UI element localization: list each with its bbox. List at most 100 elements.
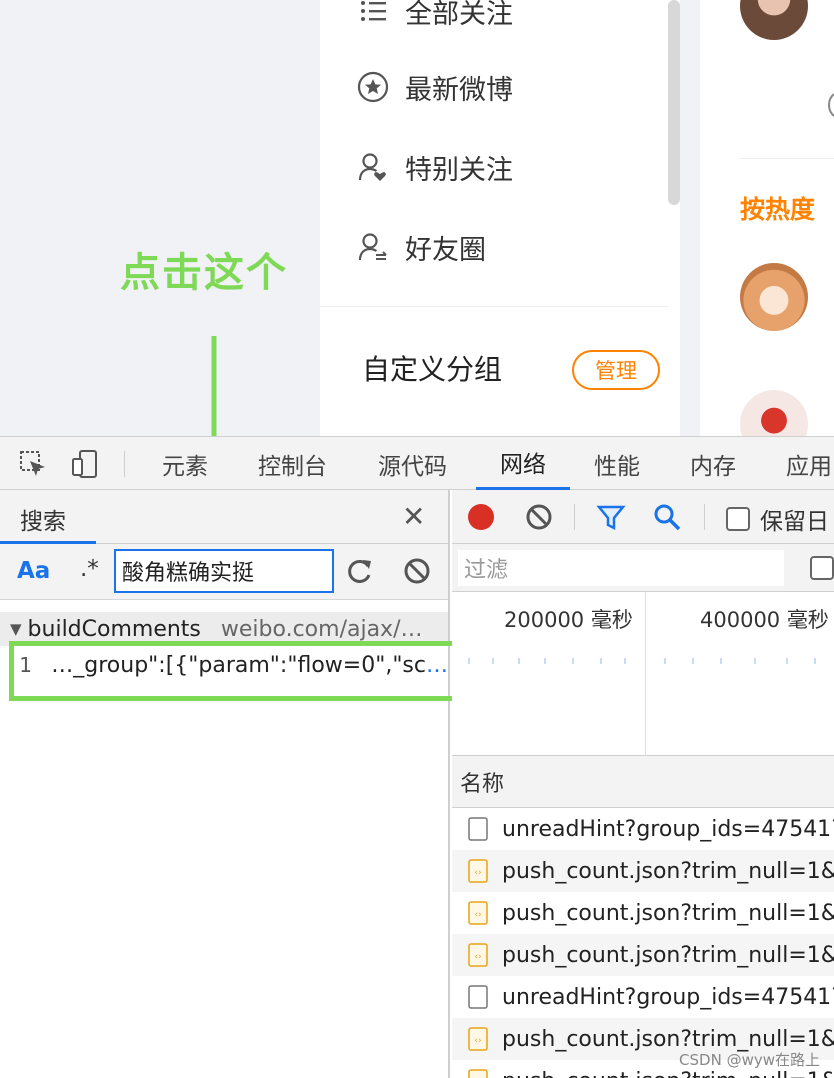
timeline-tick <box>664 658 666 664</box>
xhr-icon: ‹› <box>468 901 488 925</box>
xhr-icon: ‹› <box>468 943 488 967</box>
network-pane: 保留日 过滤 200000 毫秒 400000 毫秒 名称 unreadHint… <box>452 490 834 1078</box>
circle-icon <box>828 92 834 118</box>
document-icon <box>468 817 488 841</box>
nav-item-all-follows[interactable]: 全部关注 <box>356 0 513 36</box>
toolbar-divider <box>704 504 705 530</box>
request-name: unreadHint?group_ids=475417 <box>502 984 834 1010</box>
timeline-tick <box>624 658 626 664</box>
xhr-icon: ‹› <box>468 1027 488 1051</box>
devtools-panel: 元素 控制台 源代码 网络 性能 内存 应用 搜索 ✕ Aa .* ▼ <box>0 436 834 1078</box>
timeline-tick <box>518 658 520 664</box>
clear-icon[interactable] <box>403 557 431 585</box>
timeline-label: 200000 毫秒 <box>504 608 633 632</box>
nav-item-friends-circle[interactable]: 好友圈 <box>356 222 486 272</box>
expand-triangle-icon[interactable]: ▼ <box>10 620 22 638</box>
nav-scrollbar[interactable] <box>668 0 680 205</box>
timeline-tick <box>814 658 816 664</box>
refresh-icon[interactable] <box>346 557 374 585</box>
weibo-right-panel: 按热度 <box>700 0 834 436</box>
timeline-tick <box>786 658 788 664</box>
tab-performance[interactable]: 性能 <box>594 437 640 490</box>
avatar[interactable] <box>740 0 808 40</box>
result-file-url: weibo.com/ajax/… <box>220 616 423 642</box>
filter-icon[interactable] <box>596 502 626 532</box>
document-icon <box>468 985 488 1009</box>
timeline-tick <box>468 658 470 664</box>
timeline-tick <box>754 658 756 664</box>
network-timeline[interactable]: 200000 毫秒 400000 毫秒 <box>452 592 834 756</box>
nav-item-latest[interactable]: 最新微博 <box>356 62 513 112</box>
timeline-tick <box>720 658 722 664</box>
sort-by-hot[interactable]: 按热度 <box>740 190 815 226</box>
avatar[interactable] <box>740 390 808 436</box>
request-row[interactable]: unreadHint?group_ids=475417 <box>452 808 834 850</box>
search-icon[interactable] <box>652 502 682 532</box>
filter-bar: 过滤 <box>452 544 834 592</box>
toolbar-divider <box>574 504 575 530</box>
timeline-tick <box>492 658 494 664</box>
device-toolbar-icon[interactable] <box>70 449 100 479</box>
svg-text:‹›: ‹› <box>474 868 481 878</box>
nav-item-special-follows[interactable]: 特别关注 <box>356 142 513 192</box>
result-file-name: buildComments <box>27 616 201 642</box>
clear-log-icon[interactable] <box>524 502 554 532</box>
record-icon[interactable] <box>468 504 494 530</box>
tab-elements[interactable]: 元素 <box>162 437 208 490</box>
tab-console[interactable]: 控制台 <box>258 437 327 490</box>
request-name: push_count.json?trim_null=1&w <box>502 942 834 968</box>
custom-group-title: 自定义分组 <box>362 353 503 386</box>
nav-item-label: 全部关注 <box>405 0 513 30</box>
nav-divider <box>320 306 668 307</box>
tab-memory[interactable]: 内存 <box>690 437 736 490</box>
request-row[interactable]: ‹› push_count.json?trim_null=1&w <box>452 892 834 934</box>
timeline-tick <box>692 658 694 664</box>
checkbox[interactable] <box>726 507 750 531</box>
nav-item-label: 好友圈 <box>405 234 486 266</box>
star-circle-icon <box>356 70 390 104</box>
request-name: push_count.json?trim_null=1&w <box>502 900 834 926</box>
xhr-icon: ‹› <box>468 1069 488 1078</box>
timeline-label: 400000 毫秒 <box>700 608 829 632</box>
search-input[interactable] <box>114 549 334 593</box>
column-header-name[interactable]: 名称 <box>452 756 834 808</box>
annotation-text: 点击这个 <box>120 250 288 296</box>
svg-text:‹›: ‹› <box>474 910 481 920</box>
tab-application[interactable]: 应用 <box>786 437 832 490</box>
timeline-gridline <box>645 592 646 756</box>
regex-button[interactable]: .* <box>80 556 99 582</box>
close-icon[interactable]: ✕ <box>402 500 425 533</box>
tab-network[interactable]: 网络 <box>476 437 570 490</box>
request-row[interactable]: unreadHint?group_ids=475417 <box>452 976 834 1018</box>
search-pane: 搜索 ✕ Aa .* ▼ buildComments weibo.com/aja… <box>0 490 450 1078</box>
request-name: unreadHint?group_ids=475417 <box>502 816 834 842</box>
preserve-log-toggle[interactable]: 保留日 <box>726 502 829 536</box>
network-toolbar: 保留日 <box>452 490 834 544</box>
timeline-tick <box>600 658 602 664</box>
match-case-button[interactable]: Aa <box>17 558 50 584</box>
timeline-tick <box>544 658 546 664</box>
avatar[interactable] <box>740 263 808 331</box>
devtools-tabbar: 元素 控制台 源代码 网络 性能 内存 应用 <box>0 436 834 490</box>
preserve-log-label: 保留日 <box>760 509 829 535</box>
tab-sources[interactable]: 源代码 <box>378 437 447 490</box>
manage-groups-button[interactable]: 管理 <box>572 350 660 390</box>
nav-item-label: 特别关注 <box>405 154 513 186</box>
request-row[interactable]: ‹› push_count.json?trim_null=1&w <box>452 934 834 976</box>
request-row[interactable]: ‹› push_count.json?trim_null=1&w <box>452 850 834 892</box>
list-icon <box>356 0 390 28</box>
request-name: push_count.json?trim_null=1&w <box>502 858 834 884</box>
user-heart-icon <box>356 150 390 184</box>
weibo-nav-panel: 全部关注 最新微博 特别关注 好友圈 自定义分组 管理 <box>320 0 680 436</box>
nav-item-label: 最新微博 <box>405 74 513 106</box>
weibo-page: 全部关注 最新微博 特别关注 好友圈 自定义分组 管理 按热度 点击这个 <box>0 0 834 436</box>
filter-input[interactable]: 过滤 <box>458 550 784 586</box>
filter-checkbox[interactable] <box>810 556 834 580</box>
svg-text:‹›: ‹› <box>474 1036 481 1046</box>
search-pane-title: 搜索 <box>20 509 66 535</box>
request-name: push_count.json?trim_null=1&w <box>502 1026 834 1052</box>
search-bar: Aa .* <box>0 544 448 600</box>
user-friends-icon <box>356 230 390 264</box>
screenshot-root: 全部关注 最新微博 特别关注 好友圈 自定义分组 管理 按热度 点击这个 元素 … <box>0 0 834 1078</box>
inspect-element-icon[interactable] <box>18 449 48 479</box>
